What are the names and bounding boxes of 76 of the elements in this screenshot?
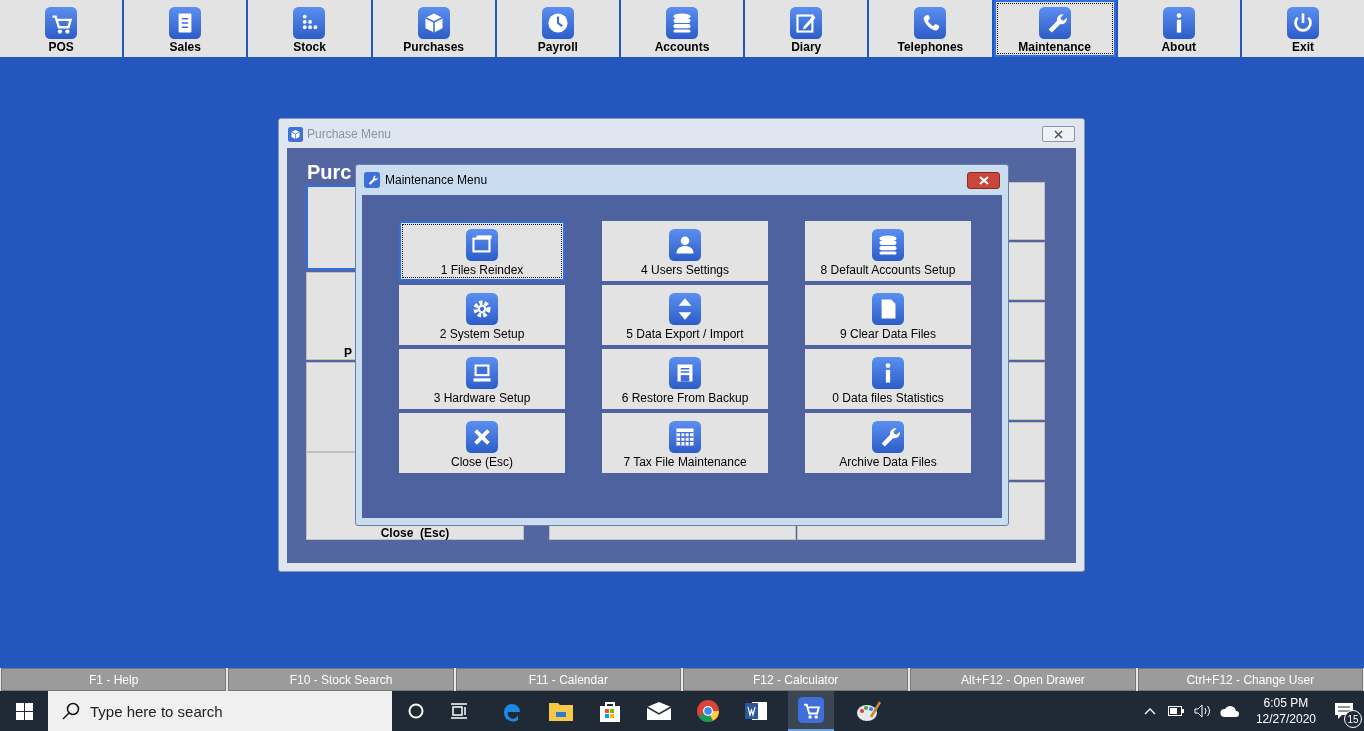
window-title: Purchase Menu — [307, 126, 392, 143]
phone-icon — [914, 7, 947, 39]
folder-icon[interactable] — [548, 700, 574, 722]
menu-tile[interactable]: 7 Tax File Maintenance — [602, 413, 768, 473]
menu-tile[interactable]: Close (Esc) — [399, 413, 565, 473]
toolbar-button[interactable]: Purchases — [372, 0, 495, 57]
word-icon[interactable] — [744, 700, 768, 722]
cart-icon — [45, 7, 78, 39]
floppy-icon — [669, 357, 701, 389]
menu-tile[interactable]: 2 System Setup — [399, 285, 565, 345]
button-label: P — [344, 345, 352, 362]
close-icon — [978, 175, 989, 185]
menu-tile[interactable]: 5 Data Export / Import — [602, 285, 768, 345]
active-app-button[interactable] — [788, 691, 834, 731]
cortana-icon[interactable] — [408, 703, 424, 719]
close-button[interactable] — [967, 171, 1000, 189]
toolbar-button[interactable]: Sales — [124, 0, 247, 57]
mail-icon[interactable] — [646, 701, 672, 721]
menu-tile[interactable]: 1 Files Reindex — [399, 221, 565, 281]
battery-icon[interactable] — [1167, 706, 1184, 716]
cart-icon — [798, 697, 824, 723]
info-icon — [872, 357, 904, 389]
task-view-icon[interactable] — [450, 703, 468, 719]
clock-icon — [541, 7, 574, 39]
document-icon — [169, 7, 202, 39]
toolbar-button[interactable]: Maintenance — [993, 0, 1116, 57]
menu-tile[interactable]: Archive Data Files — [805, 413, 971, 473]
wrench-icon — [1038, 7, 1071, 39]
menu-tile[interactable]: 3 Hardware Setup — [399, 349, 565, 409]
paint-palette-icon[interactable] — [856, 699, 882, 723]
search-icon — [62, 702, 80, 720]
close-icon — [1054, 129, 1063, 139]
clock-time: 6:05 PM — [1263, 695, 1309, 711]
clock-date: 12/27/2020 — [1255, 711, 1316, 727]
power-icon — [1286, 7, 1319, 39]
window-title: Maintenance Menu — [385, 172, 488, 189]
edit-icon — [790, 7, 823, 39]
chrome-icon[interactable] — [696, 699, 720, 723]
wrench-icon — [364, 172, 380, 188]
menu-tile[interactable]: 9 Clear Data Files — [805, 285, 971, 345]
wrench-icon — [872, 421, 904, 453]
store-icon[interactable] — [598, 699, 622, 723]
notification-count: 15 — [1344, 710, 1362, 728]
monitor-icon — [466, 357, 498, 389]
search-field[interactable]: Type here to search — [48, 691, 392, 731]
windows-icon — [466, 229, 498, 261]
menu-tile[interactable]: 6 Restore From Backup — [602, 349, 768, 409]
close-icon — [466, 421, 498, 453]
toolbar-button[interactable]: Exit — [1241, 0, 1364, 57]
info-icon — [1162, 7, 1195, 39]
calculator-icon — [669, 421, 701, 453]
database-icon — [872, 229, 904, 261]
windows-logo-icon — [15, 702, 33, 720]
box-icon — [417, 7, 450, 39]
user-icon — [669, 229, 701, 261]
box-icon — [288, 126, 303, 142]
toolbar-button[interactable]: Telephones — [869, 0, 992, 57]
chevron-up-icon[interactable] — [1143, 707, 1156, 715]
volume-icon[interactable] — [1193, 704, 1212, 718]
menu-tile[interactable]: 8 Default Accounts Setup — [805, 221, 971, 281]
toolbar-button[interactable]: Payroll — [496, 0, 619, 57]
toolbar-button[interactable]: Accounts — [620, 0, 744, 57]
toolbar-button[interactable]: Stock — [248, 0, 371, 57]
database-icon — [666, 7, 699, 39]
menu-tile[interactable]: 4 Users Settings — [602, 221, 768, 281]
dots-icon — [293, 7, 326, 39]
document-icon — [872, 293, 904, 325]
close-button[interactable] — [1042, 126, 1075, 142]
toolbar-button[interactable]: About — [1117, 0, 1240, 57]
menu-tile[interactable]: 0 Data files Statistics — [805, 349, 971, 409]
arrows-icon — [669, 293, 701, 325]
toolbar-button[interactable]: Diary — [745, 0, 868, 57]
toolbar-button[interactable]: POS — [0, 0, 123, 57]
gear-icon — [466, 293, 498, 325]
menu-heading: Purc — [307, 160, 352, 185]
cloud-icon[interactable] — [1219, 704, 1240, 718]
